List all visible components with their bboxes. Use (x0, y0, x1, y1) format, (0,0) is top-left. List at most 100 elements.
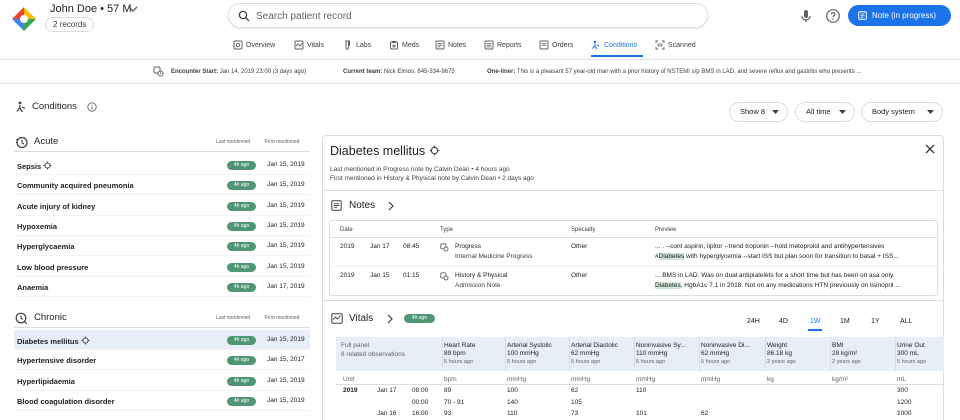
conditions-icon (16, 101, 26, 113)
condition-row-hyperlipidaemia[interactable]: Hyperlipidaemia 4h ago Jan 15, 2019 (14, 371, 310, 391)
note-specialty: Other (571, 243, 588, 250)
search-bar[interactable] (228, 3, 708, 28)
range-4d[interactable]: 4D (779, 318, 788, 325)
vital-name: Noninvasive Di... (701, 342, 750, 349)
vitals-time: 00:00 (412, 399, 429, 406)
orders-icon (539, 40, 549, 50)
patient-name[interactable]: John Doe • 57 M (50, 3, 132, 15)
range-all[interactable]: ALL (900, 318, 912, 325)
microphone-icon[interactable] (798, 8, 814, 24)
notes-icon (435, 40, 445, 50)
close-icon[interactable] (924, 143, 936, 155)
vital-cell: 105 (571, 399, 582, 406)
column-divider (569, 337, 570, 371)
note-year: 2019 (340, 243, 355, 250)
vital-name: Arterial Diastolic (571, 342, 618, 349)
search-input[interactable] (256, 8, 696, 24)
vital-unit: mmHg (636, 376, 656, 383)
tab-label: Notes (448, 42, 467, 49)
vital-cell: 110 (636, 387, 647, 394)
records-chip[interactable]: 2 records (45, 17, 95, 32)
condition-row-sepsis[interactable]: Sepsis 4h ago Jan 15, 2019 (14, 155, 310, 175)
acute-section-header: Acute Last mentioned First mentioned (0, 135, 310, 151)
last-mentioned-badge: 4h ago (227, 336, 256, 345)
last-mentioned-badge: 4h ago (227, 161, 256, 170)
note-row[interactable]: 2019 Jan 17 08:45 Progress Internal Medi… (330, 238, 937, 266)
reports-icon (484, 40, 494, 50)
condition-name: Diabetes mellitus (17, 336, 90, 346)
info-icon[interactable] (87, 102, 97, 112)
time-range-dropdown[interactable]: All time (795, 102, 855, 122)
condition-row-anaemia[interactable]: Anaemia 4h ago Jan 17, 2019 (14, 277, 310, 297)
note-type-icon (440, 272, 449, 281)
last-mentioned-badge: 4h ago (227, 377, 256, 386)
help-icon[interactable] (825, 8, 841, 24)
scanned-icon (655, 40, 665, 50)
vitals-year: 2019 (343, 387, 358, 394)
chevron-right-icon[interactable] (385, 314, 394, 324)
vital-name: Heart Rate (444, 342, 476, 349)
first-mentioned-date: Jan 15, 2017 (267, 356, 305, 363)
chevron-right-icon[interactable] (386, 201, 395, 211)
vital-cell: 110 (507, 410, 518, 417)
range-1y[interactable]: 1Y (871, 318, 880, 325)
body-system-dropdown[interactable]: Body system (861, 102, 943, 122)
condition-name: Anaemia (17, 283, 49, 292)
condition-row-pneumonia[interactable]: Community acquired pneumonia 4h ago Jan … (14, 175, 310, 195)
body-system-label: Body system (872, 107, 915, 116)
range-1m[interactable]: 1M (840, 318, 850, 325)
unit-label: Unit (343, 376, 355, 383)
vital-latest-value: 62 mmHg (701, 350, 730, 357)
first-mentioned-date: Jan 15, 2019 (267, 181, 305, 188)
first-mentioned-date: Jan 15, 2019 (267, 161, 305, 168)
chevron-down-icon[interactable] (126, 2, 140, 16)
condition-name: Hyperlipidaemia (17, 377, 75, 386)
note-day: Jan 15 (370, 272, 390, 279)
note-in-progress-button[interactable]: Note (in progress) (848, 5, 951, 26)
vital-timestamp: 5 hours ago (571, 359, 601, 365)
first-mentioned-date: Jan 15, 2019 (267, 242, 305, 249)
note-icon (858, 11, 867, 20)
last-mentioned-badge: 4h ago (227, 222, 256, 231)
condition-row-low-blood-pressure[interactable]: Low blood pressure 4h ago Jan 15, 2019 (14, 257, 310, 277)
vital-timestamp: 2 years ago (832, 359, 861, 365)
full-panel-label: Full panel (341, 342, 370, 349)
vital-latest-value: 28 kg/m² (832, 350, 858, 357)
vital-name: BMI (832, 342, 844, 349)
note-row[interactable]: 2019 Jan 15 01:15 History & Physical Adm… (330, 267, 937, 295)
show-count-dropdown[interactable]: Show 8 (729, 102, 788, 122)
encounter-icon (153, 66, 164, 77)
condition-name: Sepsis (17, 161, 52, 171)
note-day: Jan 17 (370, 243, 390, 250)
vitals-heading[interactable]: Vitals (349, 313, 373, 324)
dropdown-arrow-icon (927, 110, 934, 114)
vital-cell: 70 - 91 (444, 399, 465, 406)
condition-row-hypertensive-disorder[interactable]: Hypertensive disorder 4h ago Jan 15, 201… (14, 350, 310, 370)
condition-row-diabetes-mellitus[interactable]: Diabetes mellitus 4h ago Jan 15, 2019 (14, 330, 310, 350)
condition-name: Community acquired pneumonia (17, 181, 134, 190)
condition-row-hyperglycaemia[interactable]: Hyperglycaemia 4h ago Jan 15, 2019 (14, 236, 310, 256)
chronic-icon (15, 312, 28, 325)
divider (14, 151, 310, 152)
notes-heading[interactable]: Notes (349, 200, 375, 211)
condition-name: Acute injury of kidney (17, 202, 96, 211)
range-24h[interactable]: 24H (747, 318, 760, 325)
column-header: Date (340, 227, 353, 233)
vital-unit: mL (897, 376, 907, 383)
dropdown-arrow-icon (772, 110, 779, 114)
range-1w[interactable]: 1W (810, 318, 821, 325)
vital-name: Arterial Systolic (507, 342, 552, 349)
note-preview: Diabetes, HgbA1c 7.1 in 2018. Not on any… (655, 282, 901, 289)
vital-name: Noninvasive Sy... (636, 342, 686, 349)
condition-row-blood-coagulation[interactable]: Blood coagulation disorder 4h ago Jan 15… (14, 391, 310, 411)
first-mentioned-date: Jan 15, 2019 (267, 222, 305, 229)
encounter-bar: Encounter Start: Jan 14, 2019 23:00 (3 d… (0, 60, 960, 84)
tab-label: Orders (552, 42, 574, 49)
column-header: Specialty (571, 227, 596, 233)
vital-cell: 89 (444, 387, 452, 394)
condition-row-hypoxemia[interactable]: Hypoxemia 4h ago Jan 15, 2019 (14, 216, 310, 236)
body-system-icon (81, 336, 90, 345)
vitals-icon (331, 313, 343, 324)
note-type: Progress (455, 243, 482, 250)
condition-row-kidney-injury[interactable]: Acute injury of kidney 4h ago Jan 15, 20… (14, 196, 310, 216)
